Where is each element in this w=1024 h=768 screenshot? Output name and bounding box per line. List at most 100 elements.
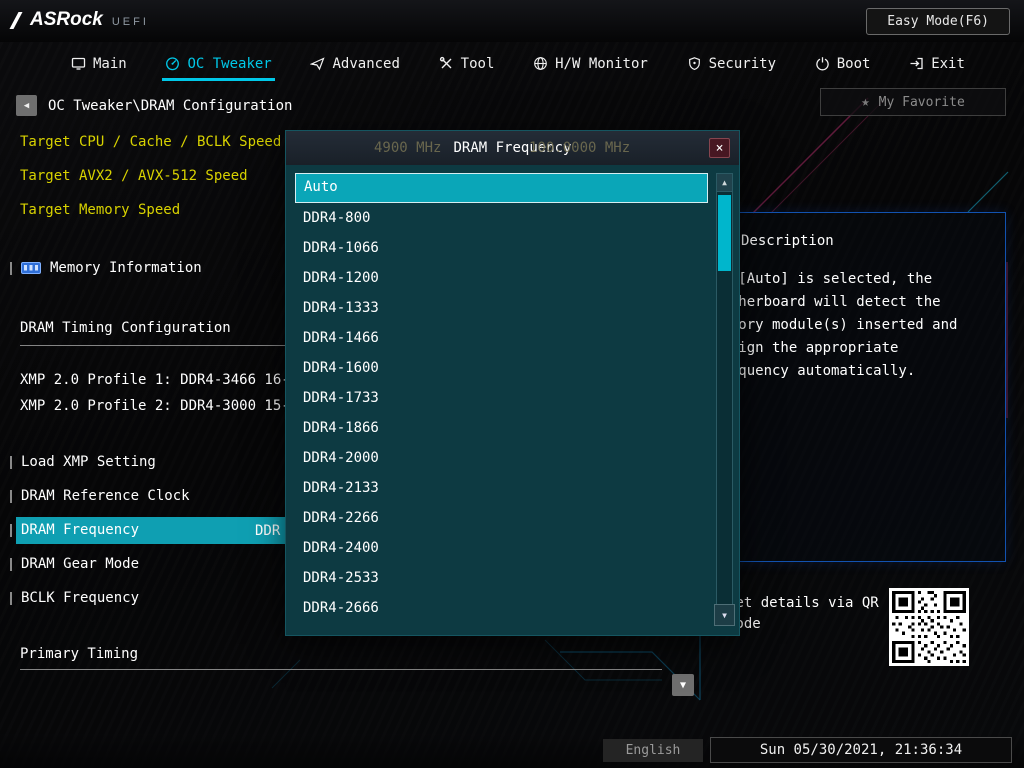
hw-monitor-icon [533,56,548,71]
asrock-logo: ASRock UEFI [9,9,149,31]
tab-label: Advanced [332,55,400,72]
memory-icon [21,261,41,275]
qr-caption: Get details via QR code [727,595,879,632]
list-item[interactable]: DDR4-1733 [295,383,708,413]
list-item[interactable]: DDR4-2133 [295,473,708,503]
target-avx-speed-row: Target AVX2 / AVX-512 Speed [20,168,248,184]
language-button[interactable]: English [603,739,703,762]
security-icon [687,56,702,71]
option-label: BCLK Frequency [21,590,140,606]
list-item[interactable]: DDR4-2666 [295,593,708,623]
content-scroll-down-button[interactable]: ▼ [672,674,694,696]
target-cpu-speed-row: Target CPU / Cache / BCLK Speed [20,134,282,150]
memory-information-label: Memory Information [50,260,202,276]
section-divider [20,669,662,670]
nav-tab-bar: Main OC Tweaker Advanced Tool H/W Monito… [0,42,1024,84]
tab-label: OC Tweaker [187,55,272,72]
main-icon [71,56,86,71]
obscured-cpu-speed-value: 4900 MHz [374,140,442,156]
primary-timing-section-header: Primary Timing [20,646,139,662]
dram-timing-section-header: DRAM Timing Configuration [20,320,231,336]
dialog-scrollbar[interactable]: ▲ ▼ [714,173,735,626]
back-button[interactable]: ◀ [16,95,37,116]
item-tick [10,489,12,503]
item-tick [10,455,12,469]
close-icon: × [715,140,724,156]
item-tick [10,523,12,537]
uefi-label: UEFI [111,16,149,28]
tool-icon [439,56,454,71]
tab-main[interactable]: Main [68,46,130,81]
back-icon: ◀ [23,100,30,111]
list-item[interactable]: DDR4-1066 [295,233,708,263]
tab-label: Main [93,55,127,72]
chevron-down-icon: ▼ [722,610,727,620]
list-item[interactable]: DDR4-1866 [295,413,708,443]
list-item[interactable]: DDR4-2533 [295,563,708,593]
dram-frequency-dialog: 4900 MHz DRAM Frequency 100.0000 MHz × A… [285,130,740,636]
breadcrumb: OC Tweaker\DRAM Configuration [48,98,293,114]
tab-hw-monitor[interactable]: H/W Monitor [530,46,651,81]
list-item[interactable]: DDR4-1200 [295,263,708,293]
tab-boot[interactable]: Boot [812,46,874,81]
logo-text: ASRock [30,9,103,30]
tab-oc-tweaker[interactable]: OC Tweaker [162,46,275,81]
tab-advanced[interactable]: Advanced [307,46,402,81]
memory-information-row[interactable]: Memory Information [10,260,202,276]
dialog-title: DRAM Frequency [453,140,572,156]
dram-frequency-value: DDR [255,523,281,539]
tab-label: Security [708,55,776,72]
option-label: DRAM Reference Clock [21,488,190,504]
scrollbar-thumb[interactable] [718,195,731,271]
tab-label: Tool [460,55,495,72]
dialog-close-button[interactable]: × [709,138,730,158]
my-favorite-button[interactable]: ★ My Favorite [820,88,1006,116]
list-item[interactable]: DDR4-1333 [295,293,708,323]
item-tick [10,591,12,605]
easy-mode-button[interactable]: Easy Mode(F6) [866,8,1010,35]
option-label: DRAM Gear Mode [21,556,140,572]
advanced-icon [310,56,326,71]
target-memory-speed-row: Target Memory Speed [20,202,181,218]
xmp-profile-1: XMP 2.0 Profile 1: DDR4-3466 16- [20,372,290,388]
star-icon: ★ [861,94,870,110]
oc-tweaker-icon [165,56,180,71]
dialog-header: 4900 MHz DRAM Frequency 100.0000 MHz × [286,131,739,165]
tab-security[interactable]: Security [684,46,779,81]
list-item[interactable]: DDR4-800 [295,203,708,233]
qr-code [889,588,969,666]
frequency-option-list: Auto DDR4-800 DDR4-1066 DDR4-1200 DDR4-1… [295,173,708,623]
datetime-display: Sun 05/30/2021, 21:36:34 [710,737,1012,763]
option-dram-gear-mode[interactable]: DRAM Gear Mode [10,556,139,572]
option-dram-reference-clock[interactable]: DRAM Reference Clock [10,488,190,504]
scrollbar-up-button[interactable]: ▲ [717,174,732,192]
list-item[interactable]: DDR4-2000 [295,443,708,473]
boot-icon [815,56,830,71]
exit-icon [909,56,924,71]
scrollbar-down-button[interactable]: ▼ [714,604,735,626]
option-dram-frequency[interactable]: DRAM Frequency [10,522,139,538]
obscured-bclk-value: 100.0000 MHz [529,140,631,156]
option-load-xmp-setting[interactable]: Load XMP Setting [10,454,156,470]
tab-exit[interactable]: Exit [906,46,968,81]
tab-label: H/W Monitor [555,55,648,72]
description-title: Description [741,233,834,249]
list-item[interactable]: DDR4-2400 [295,533,708,563]
list-item[interactable]: DDR4-2266 [295,503,708,533]
list-item[interactable]: DDR4-1600 [295,353,708,383]
top-bar: ASRock UEFI Easy Mode(F6) [0,0,1024,42]
item-tick [10,261,12,275]
option-label: DRAM Frequency [21,522,140,538]
xmp-profile-2: XMP 2.0 Profile 2: DDR4-3000 15- [20,398,290,414]
description-panel: Description If [Auto] is selected, the m… [700,212,1006,562]
description-body: If [Auto] is selected, the motherboard w… [713,271,958,379]
list-item[interactable]: DDR4-1466 [295,323,708,353]
list-item-selected[interactable]: Auto [295,173,708,203]
tab-label: Exit [931,55,965,72]
option-label: Load XMP Setting [21,454,156,470]
tab-label: Boot [836,55,871,72]
tab-tool[interactable]: Tool [436,46,498,81]
logo-slash-mark [9,11,23,29]
option-bclk-frequency[interactable]: BCLK Frequency [10,590,139,606]
chevron-down-icon: ▼ [679,679,687,691]
